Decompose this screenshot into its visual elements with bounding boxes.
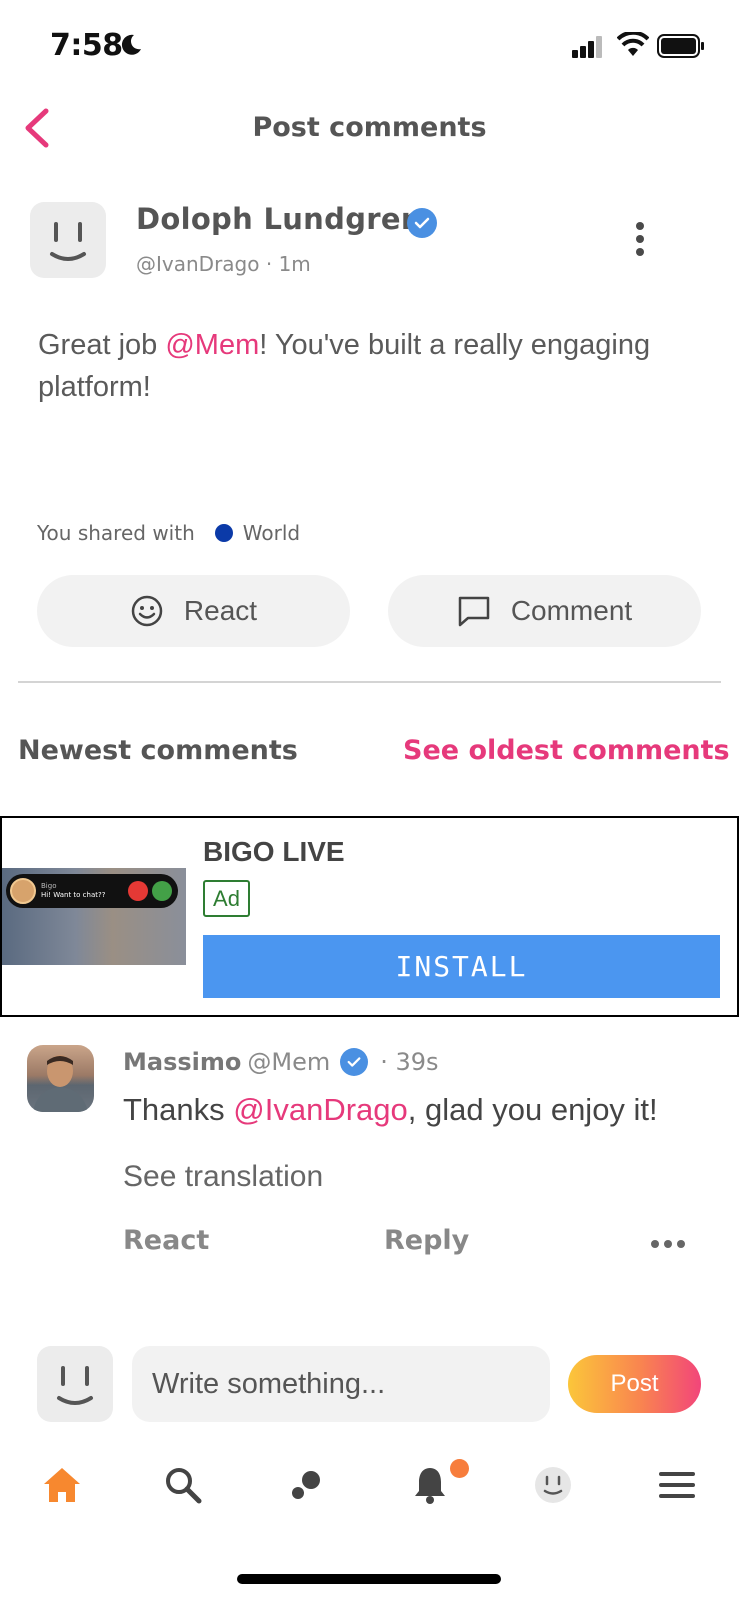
shared-audience: World [242,521,301,545]
home-icon [44,1468,80,1502]
menu-tab[interactable] [654,1462,700,1508]
comment-bubble-icon [458,596,490,627]
ad-call-text: Bigo Hi! Want to chat?? [41,882,105,900]
see-translation-link[interactable]: See translation [123,1160,323,1194]
ad-call-message: Hi! Want to chat?? [41,891,106,899]
decline-call-icon [128,881,148,901]
comment-more-icon[interactable] [651,1240,685,1248]
author-handle: @IvanDrago [136,252,260,276]
status-time: 7:58 [50,28,123,63]
see-oldest-comments-link[interactable]: See oldest comments [403,735,730,766]
react-button-label: React [183,595,258,626]
verified-badge-icon [407,208,437,238]
author-name-text: Doloph Lundgren [136,202,422,236]
smiley-avatar-icon [57,1366,93,1405]
discover-tab[interactable] [283,1462,329,1508]
smiley-avatar-icon [50,222,86,261]
commenter-avatar[interactable] [27,1045,94,1112]
author-name[interactable]: Doloph Lundgren [136,202,422,236]
shared-with: You shared with World [37,521,300,545]
commenter-handle: @Mem [247,1048,331,1076]
post-body-prefix: Great job [38,329,166,361]
divider [18,681,721,683]
comment-button-label: Comment [510,595,633,626]
comment-text-prefix: Thanks [123,1092,234,1127]
verified-badge-icon [340,1048,369,1076]
ad-badge: Ad [203,880,250,917]
comment-react-button[interactable]: React [123,1225,209,1256]
search-tab[interactable] [160,1462,206,1508]
comment-time: · 39s [380,1048,439,1076]
comment-reply-button[interactable]: Reply [384,1225,469,1256]
ad-caller-avatar [10,878,36,904]
cellular-signal-icon [572,36,604,62]
comment-input[interactable] [132,1346,550,1422]
search-icon [166,1468,202,1504]
page-title: Post comments [252,112,487,143]
post-mention-link[interactable]: @Mem [165,329,259,361]
menu-icon [659,1472,695,1498]
ad-caller-name: Bigo [41,882,57,890]
post-body: Great job @Mem! You've built a really en… [38,324,698,408]
comment-mention-link[interactable]: @IvanDrago [233,1092,408,1127]
globe-dot-icon [214,524,233,542]
ad-call-preview: Bigo Hi! Want to chat?? [6,874,178,908]
commenter-photo [33,1055,88,1112]
ad-advertiser: BIGO LIVE [203,836,345,867]
profile-tab[interactable] [530,1462,576,1508]
bell-icon [415,1468,445,1504]
discover-icon [292,1471,320,1499]
composer-avatar [37,1346,113,1422]
smiley-icon [131,595,163,627]
post-button[interactable]: Post [568,1355,701,1413]
post-options-icon[interactable] [636,222,644,261]
post-time: 1m [278,252,311,276]
notification-badge [450,1459,469,1478]
react-button[interactable]: React [37,575,350,647]
profile-icon [535,1467,571,1503]
home-indicator [237,1574,501,1584]
comment-button[interactable]: Comment [388,575,701,647]
install-button[interactable]: INSTALL [203,935,720,998]
ad-thumbnail[interactable]: Bigo Hi! Want to chat?? [2,868,186,965]
moon-icon [119,33,143,61]
comment-text-suffix: , glad you enjoy it! [407,1092,658,1127]
battery-icon [657,34,705,62]
author-meta: @IvanDrago · 1m [136,252,311,276]
newest-comments-heading: Newest comments [18,735,298,766]
commenter-name[interactable]: Massimo [123,1048,241,1076]
accept-call-icon [152,881,172,901]
notifications-tab[interactable] [407,1462,453,1508]
wifi-icon [616,30,650,62]
author-avatar[interactable] [30,202,106,278]
comment-header: Massimo @Mem · 39s [123,1048,439,1076]
shared-label: You shared with [37,521,195,545]
home-tab[interactable] [39,1462,85,1508]
comment-text: Thanks @IvanDrago, glad you enjoy it! [123,1092,658,1128]
